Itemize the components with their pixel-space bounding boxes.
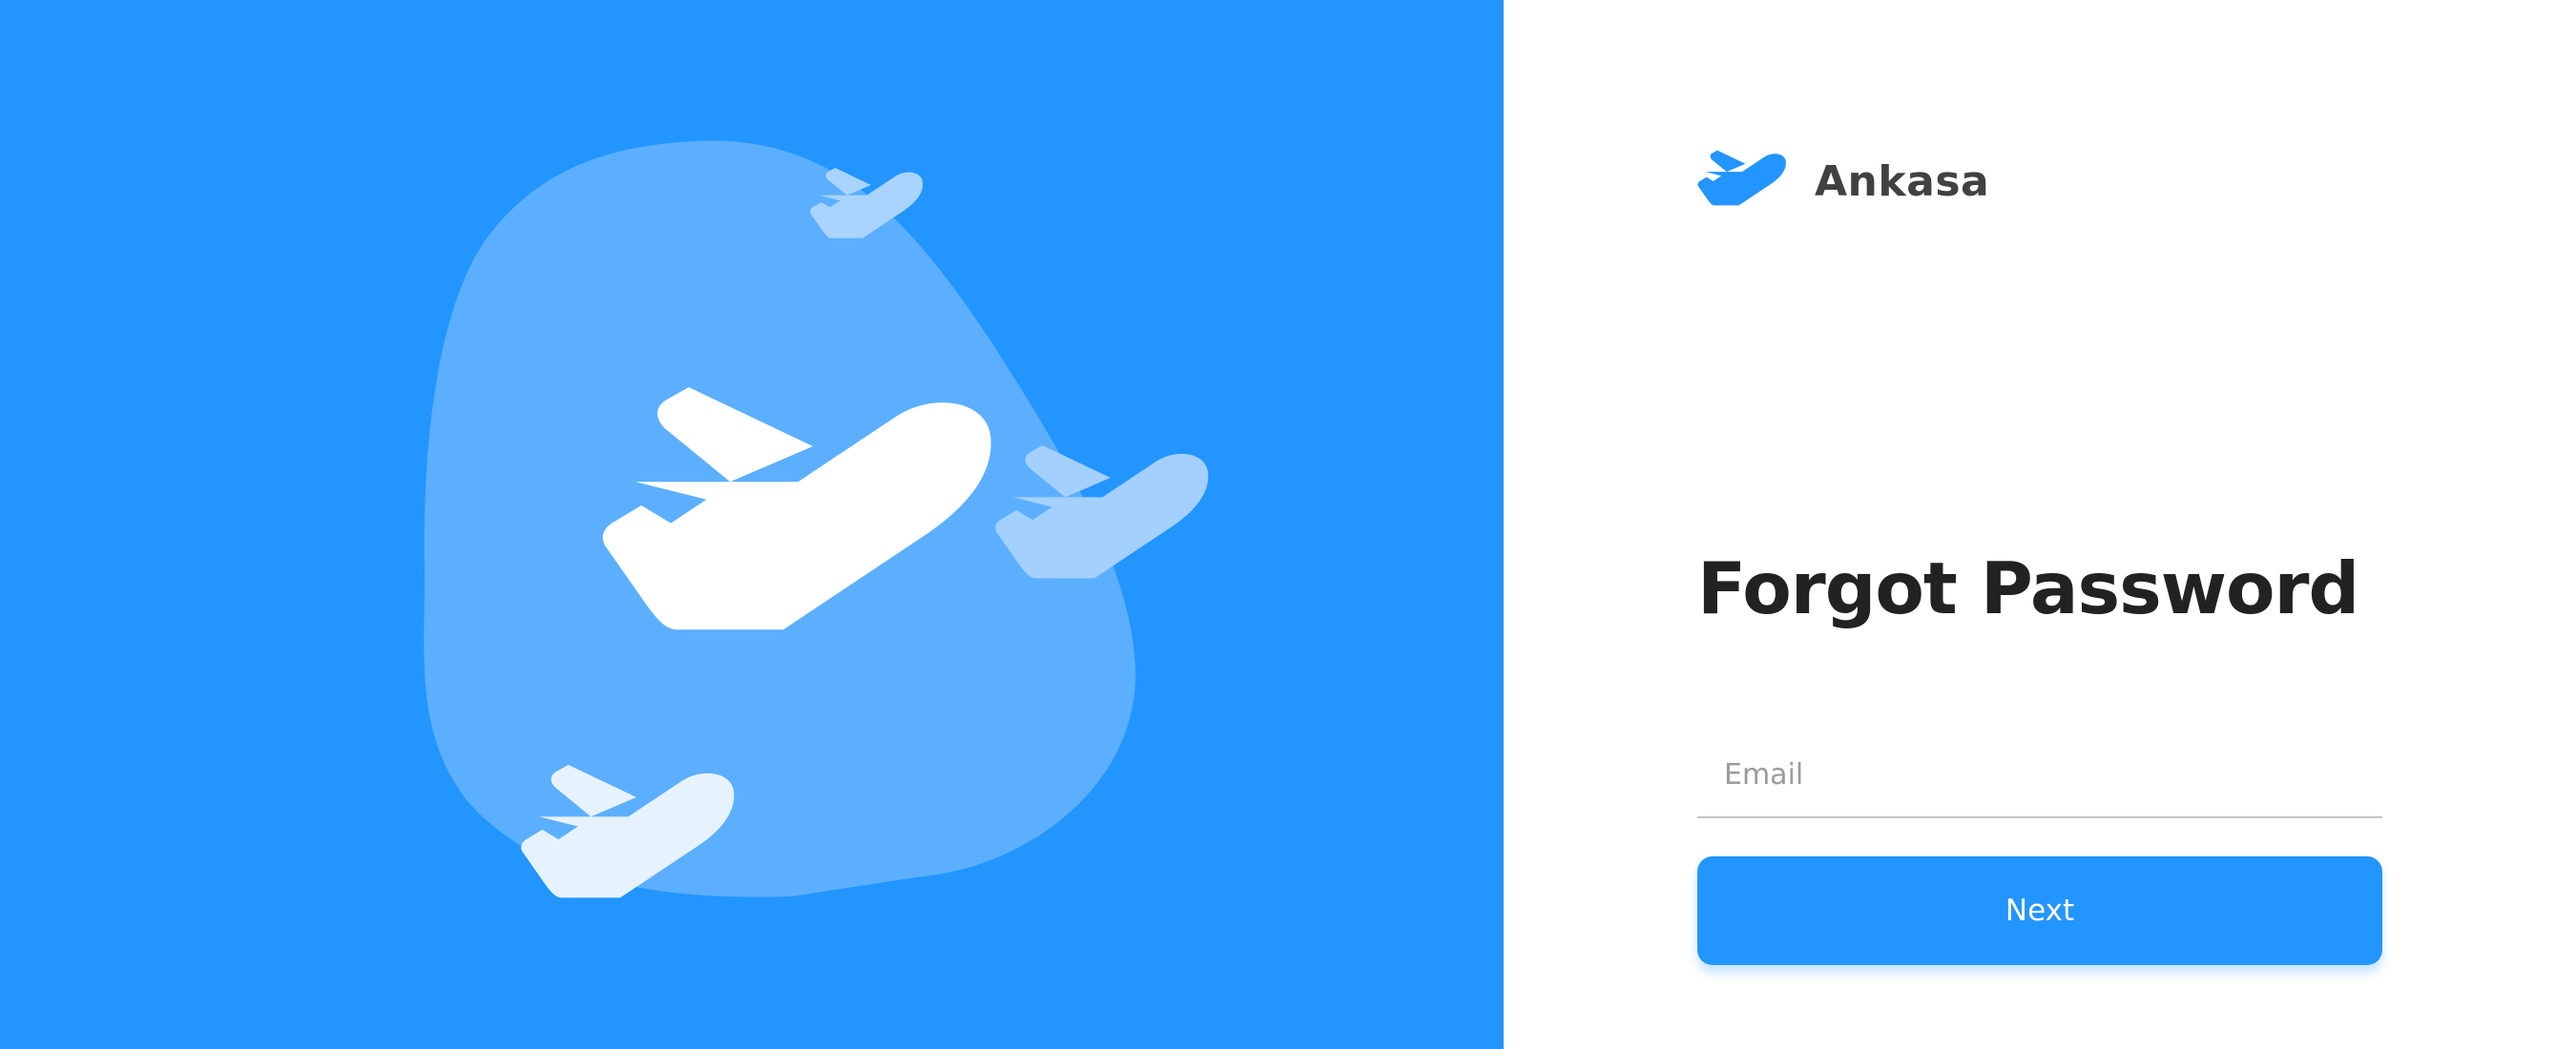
hero-illustration (424, 140, 1209, 898)
plane-icon (1697, 150, 1786, 206)
forgot-password-page: Ankasa Forgot Password Next (0, 0, 2576, 1049)
page-title: Forgot Password (1697, 546, 2359, 630)
form-panel: Ankasa Forgot Password Next (1504, 0, 2576, 1049)
next-button[interactable]: Next (1697, 856, 2382, 965)
brand-logo: Ankasa (1694, 143, 1989, 219)
hero-panel (0, 0, 1504, 1049)
email-field[interactable] (1697, 734, 2382, 814)
brand-name: Ankasa (1815, 156, 1990, 206)
email-field-wrapper (1697, 734, 2382, 818)
